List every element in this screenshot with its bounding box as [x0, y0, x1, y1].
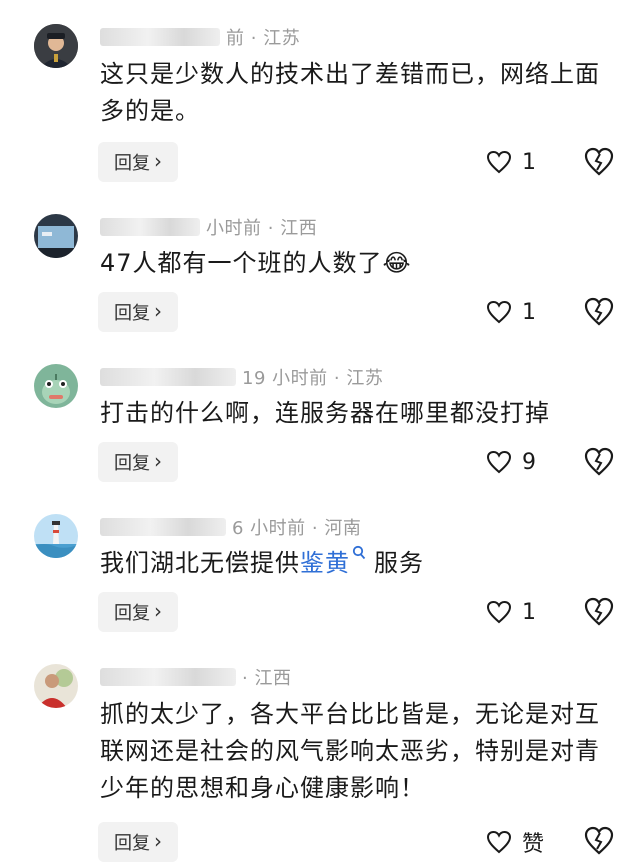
time-ago: 6 小时前 [232, 518, 306, 539]
username-blurred[interactable] [100, 368, 236, 386]
comment-text: 我们湖北无偿提供鉴黄 服务 [100, 545, 620, 582]
location: 江西 [254, 668, 292, 689]
comment-text: 抓的太少了，各大平台比比皆是，无论是对互联网还是社会的风气影响太恶劣，特别是对青… [100, 700, 600, 802]
avatar[interactable] [34, 214, 78, 258]
laughing-emoji: 😂 [382, 249, 412, 277]
comment-text: 47人都有一个班的人数了😂 [100, 249, 412, 277]
reply-button[interactable]: 回复 › [98, 442, 178, 482]
avatar-blue-screen-icon [34, 214, 78, 258]
username-blurred[interactable] [100, 668, 236, 686]
location: 江苏 [263, 28, 301, 49]
chevron-right-icon: › [154, 299, 162, 323]
avatar[interactable] [34, 664, 78, 708]
time-ago: 小时前 [206, 218, 262, 239]
heart-icon [486, 300, 512, 324]
location: 河南 [324, 518, 362, 539]
like-button[interactable]: 赞 [486, 822, 544, 862]
avatar[interactable] [34, 514, 78, 558]
comment-meta: 19 小时前 · 江苏 [100, 364, 383, 390]
comment-meta: 小时前 · 江西 [100, 214, 317, 240]
avatar[interactable] [34, 24, 78, 68]
like-count: 1 [522, 299, 536, 325]
comment-text: 这只是少数人的技术出了差错而已，网络上面多的是。 [100, 60, 600, 125]
location: 江西 [280, 218, 318, 239]
username-blurred[interactable] [100, 218, 200, 236]
comment-meta: · 江西 [100, 664, 291, 690]
comment-meta: 前 · 江苏 [100, 24, 300, 50]
like-button[interactable]: 9 [486, 442, 536, 482]
reply-button[interactable]: 回复 › [98, 592, 178, 632]
time-ago: 19 小时前 [242, 368, 328, 389]
heart-icon [486, 450, 512, 474]
username-blurred[interactable] [100, 518, 226, 536]
avatar-police-uniform-icon [34, 24, 78, 68]
chevron-right-icon: › [154, 829, 162, 853]
reply-button[interactable]: 回复 › [98, 822, 178, 862]
like-button[interactable]: 1 [486, 142, 536, 182]
broken-heart-icon[interactable] [584, 597, 614, 627]
like-label: 赞 [522, 832, 545, 857]
comment-meta: 6 小时前 · 河南 [100, 514, 361, 540]
search-icon[interactable] [352, 545, 366, 561]
time-ago: 前 [226, 28, 245, 49]
broken-heart-icon[interactable] [584, 826, 614, 856]
comment-text: 打击的什么啊，连服务器在哪里都没打掉 [100, 399, 550, 427]
like-count: 1 [522, 599, 536, 625]
like-count: 9 [522, 449, 536, 475]
avatar-green-monster-icon [34, 364, 78, 408]
chevron-right-icon: › [154, 449, 162, 473]
broken-heart-icon[interactable] [584, 297, 614, 327]
heart-icon [486, 150, 512, 174]
broken-heart-icon[interactable] [584, 447, 614, 477]
avatar-person-red-icon [34, 664, 78, 708]
username-blurred[interactable] [100, 28, 220, 46]
location: 江苏 [346, 368, 384, 389]
reply-button[interactable]: 回复 › [98, 292, 178, 332]
keyword-search-link[interactable]: 鉴黄 [300, 549, 350, 577]
heart-icon [486, 830, 512, 854]
reply-button[interactable]: 回复 › [98, 142, 178, 182]
avatar[interactable] [34, 364, 78, 408]
like-button[interactable]: 1 [486, 292, 536, 332]
chevron-right-icon: › [154, 599, 162, 623]
like-button[interactable]: 1 [486, 592, 536, 632]
avatar-lighthouse-icon [34, 514, 78, 558]
chevron-right-icon: › [154, 149, 162, 173]
like-count: 1 [522, 149, 536, 175]
heart-icon [486, 600, 512, 624]
broken-heart-icon[interactable] [584, 147, 614, 177]
